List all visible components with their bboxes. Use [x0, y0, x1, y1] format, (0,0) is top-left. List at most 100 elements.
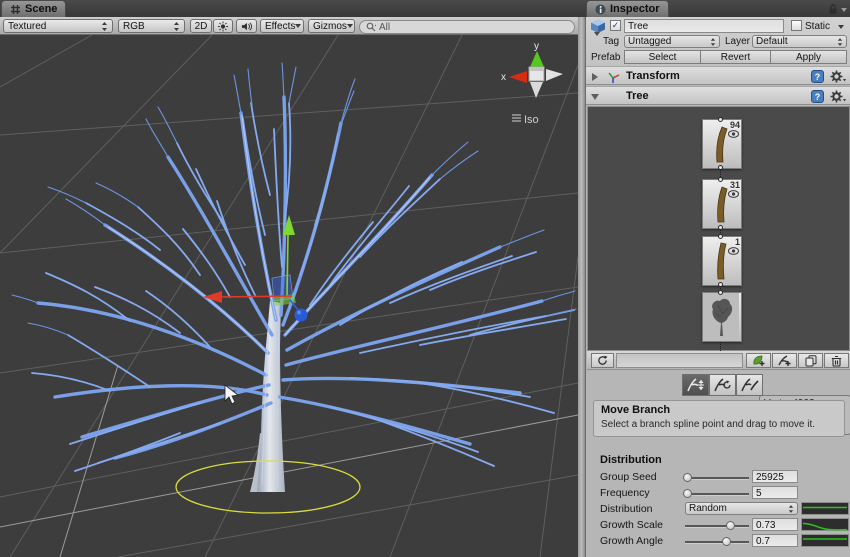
popup-arrows-icon: [710, 37, 716, 47]
growth-angle-field[interactable]: 0.7: [752, 534, 798, 547]
svg-text:?: ?: [815, 92, 821, 102]
growth-scale-slider[interactable]: [685, 525, 749, 528]
branch-node-2[interactable]: 31: [702, 179, 742, 229]
static-dropdown-arrow[interactable]: [838, 25, 844, 29]
panel-divider[interactable]: [578, 17, 585, 557]
branch-node-1[interactable]: 94: [702, 119, 742, 169]
branch-node-3[interactable]: 1: [702, 236, 742, 286]
active-checkbox[interactable]: ✓: [610, 20, 621, 31]
prefab-select-button[interactable]: Select: [624, 50, 701, 64]
frequency-slider[interactable]: [685, 493, 749, 496]
duplicate-icon: [805, 355, 817, 367]
static-label: Static: [805, 21, 830, 32]
group-seed-slider-knob[interactable]: [683, 473, 692, 482]
tag-dropdown[interactable]: Untagged: [624, 35, 720, 48]
dropdown-arrow-icon: [347, 24, 353, 28]
add-leaf-group-button[interactable]: [746, 353, 771, 368]
gizmos-dropdown[interactable]: Gizmos: [308, 19, 355, 33]
move-branch-tool-button[interactable]: [682, 374, 709, 396]
move-gizmo-x-axis[interactable]: [218, 296, 292, 297]
refresh-button[interactable]: [591, 353, 614, 368]
growth-angle-slider[interactable]: [685, 541, 749, 544]
branch-thumbnail: [703, 237, 739, 283]
gizmos-label: Gizmos: [313, 21, 347, 32]
growth-angle-label: Growth Angle: [600, 535, 663, 547]
group-seed-slider[interactable]: [685, 477, 749, 480]
tab-scene[interactable]: Scene: [1, 0, 66, 17]
search-filter-value: All: [379, 22, 390, 33]
move-gizmo-y-axis[interactable]: [287, 234, 288, 297]
eye-icon[interactable]: [728, 247, 739, 255]
lock-icon[interactable]: [827, 3, 839, 15]
unity-editor-window: Scene Inspector Textured RGB 2D: [0, 0, 850, 557]
help-icon[interactable]: ?: [811, 90, 824, 103]
tree-root-node[interactable]: [702, 292, 742, 342]
move-gizmo-z-handle[interactable]: [295, 309, 308, 322]
freehand-branch-icon: [740, 377, 760, 393]
color-mode-dropdown[interactable]: RGB: [118, 19, 185, 33]
eye-icon[interactable]: [728, 130, 739, 138]
growth-angle-curve-preview[interactable]: [801, 534, 849, 547]
scene-toolbar: Textured RGB 2D Effects Gizmos: [0, 17, 578, 35]
delete-node-button[interactable]: [824, 353, 849, 368]
render-mode-dropdown[interactable]: Textured: [3, 19, 113, 33]
speaker-icon: [241, 21, 252, 32]
rotate-branch-icon: [713, 377, 733, 393]
gizmo-x-cone-icon[interactable]: [509, 71, 527, 83]
rotate-branch-tool-button[interactable]: [709, 374, 736, 396]
dropdown-arrow-icon: [295, 24, 301, 28]
tag-label: Tag: [603, 36, 619, 47]
lighting-toggle-button[interactable]: [213, 19, 233, 33]
scene-3d-view: y x Iso: [0, 35, 578, 557]
inspector-panel: ✓ Static Tag Untagged Layer Default Pref…: [585, 17, 850, 557]
orientation-gizmo[interactable]: y x Iso: [501, 41, 563, 126]
growth-scale-slider-knob[interactable]: [726, 521, 735, 530]
gameobject-icon-arrow[interactable]: [594, 32, 600, 36]
tree-foldout-icon[interactable]: [591, 94, 599, 100]
audio-toggle-button[interactable]: [236, 19, 257, 33]
gizmo-y-cone-icon[interactable]: [530, 51, 544, 67]
growth-angle-slider-knob[interactable]: [722, 537, 731, 546]
scene-search-input[interactable]: All: [359, 20, 575, 34]
prefab-apply-button[interactable]: Apply: [770, 50, 847, 64]
distribution-dropdown[interactable]: Random: [685, 502, 798, 515]
layer-dropdown[interactable]: Default: [752, 35, 847, 48]
tool-help-text: Select a branch spline point and drag to…: [601, 419, 837, 430]
name-field[interactable]: [624, 19, 784, 33]
frequency-slider-knob[interactable]: [683, 489, 692, 498]
tree-component-header[interactable]: Tree ?: [586, 86, 850, 105]
tool-help-title: Move Branch: [601, 404, 837, 416]
group-seed-field[interactable]: 25925: [752, 470, 798, 483]
static-checkbox[interactable]: [791, 20, 802, 31]
transform-foldout-icon[interactable]: [592, 73, 598, 81]
prefab-revert-button[interactable]: Revert: [700, 50, 771, 64]
gizmo-right-cone-icon[interactable]: [546, 69, 563, 81]
info-icon: [595, 4, 606, 15]
duplicate-node-button[interactable]: [798, 353, 823, 368]
toggle-2d-label: 2D: [195, 21, 208, 32]
gear-icon[interactable]: [830, 70, 846, 83]
growth-scale-field[interactable]: 0.73: [752, 518, 798, 531]
sun-icon: [218, 21, 228, 32]
toggle-2d-button[interactable]: 2D: [190, 19, 212, 33]
scene-tab-label: Scene: [25, 3, 57, 15]
frequency-field[interactable]: 5: [752, 486, 798, 499]
inspector-menu-arrow-icon[interactable]: [841, 8, 847, 12]
projection-label[interactable]: Iso: [524, 114, 539, 126]
help-icon[interactable]: ?: [811, 70, 824, 83]
growth-scale-curve-preview[interactable]: [801, 518, 849, 531]
effects-dropdown[interactable]: Effects: [260, 19, 304, 33]
tab-inspector[interactable]: Inspector: [586, 0, 669, 17]
eye-icon[interactable]: [728, 190, 739, 198]
add-branch-group-button[interactable]: [772, 353, 797, 368]
top-tab-bar: Scene Inspector: [0, 0, 850, 18]
transform-component-header[interactable]: Transform ?: [586, 66, 850, 85]
freehand-branch-tool-button[interactable]: [736, 374, 763, 396]
scene-viewport[interactable]: y x Iso: [0, 35, 578, 557]
distribution-curve-preview[interactable]: [801, 502, 849, 515]
inspector-tab-label: Inspector: [610, 3, 660, 15]
tree-root-thumbnail: [703, 293, 739, 339]
popup-arrows-icon: [173, 21, 180, 32]
tree-node-canvas[interactable]: 94 31 1: [587, 106, 850, 351]
gear-icon[interactable]: [830, 90, 846, 103]
